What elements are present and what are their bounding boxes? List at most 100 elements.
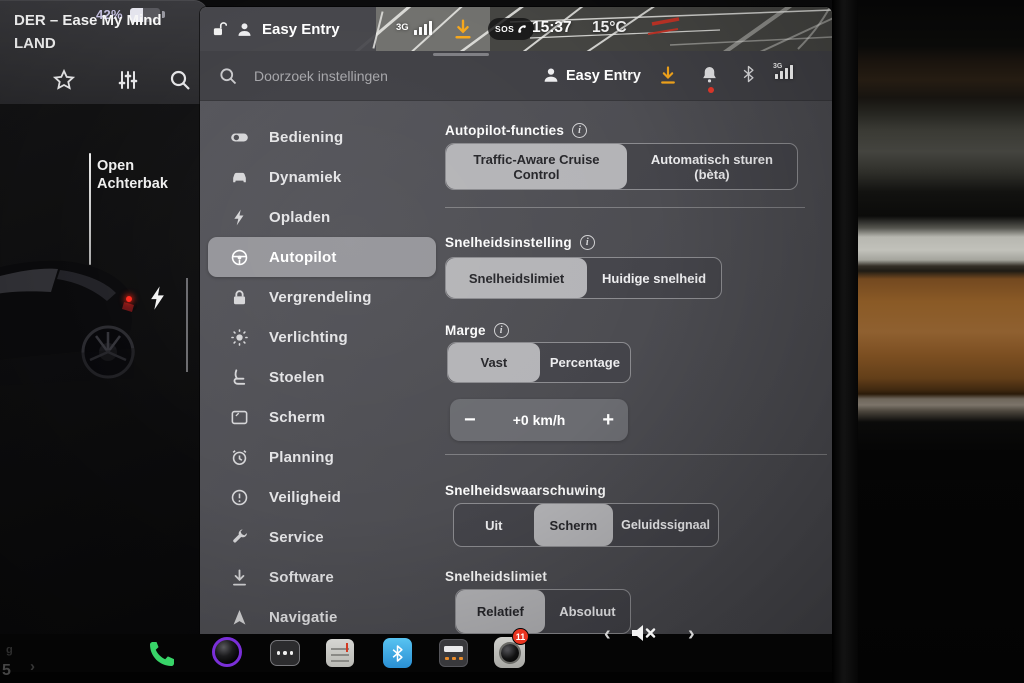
sidebar-item-veiligheid[interactable]: Veiligheid — [208, 477, 436, 517]
divider — [445, 207, 805, 208]
display-icon — [230, 408, 249, 427]
user-icon — [236, 21, 253, 38]
wrench-icon — [230, 528, 249, 547]
bluetooth-app-icon[interactable] — [383, 638, 412, 668]
volume-prev-chevron[interactable]: ‹ — [604, 624, 611, 644]
profile-name[interactable]: Easy Entry — [566, 68, 641, 84]
bell-icon[interactable] — [700, 64, 719, 85]
radio-app-icon[interactable] — [326, 639, 354, 667]
download-icon[interactable] — [452, 17, 474, 41]
photo-background-interior — [858, 0, 1024, 683]
section-title-snelheidsinstelling: Snelheidsinstelling i — [445, 235, 595, 250]
media-search-icon[interactable] — [168, 68, 192, 92]
sidebar-item-autopilot[interactable]: Autopilot — [208, 237, 436, 277]
segment-option-percentage[interactable]: Percentage — [540, 343, 630, 382]
segment-option-relatief[interactable]: Relatief — [456, 590, 545, 633]
sidebar-item-vergrendeling[interactable]: Vergrendeling — [208, 277, 436, 317]
section-title-snelheidswaarschuwing: Snelheidswaarschuwing — [445, 483, 606, 498]
segmented-marge: Vast Percentage — [447, 342, 631, 383]
divider — [445, 454, 827, 455]
map-bar: Easy Entry 3G SOS 15:37 15°C — [200, 7, 832, 51]
track-title: DER – Ease My Mind — [14, 12, 162, 29]
charge-bolt-icon[interactable] — [149, 285, 166, 311]
segment-option-geluidssignaal[interactable]: Geluidssignaal — [613, 504, 718, 546]
equalizer-icon[interactable] — [116, 68, 140, 92]
app-dock: 11 ‹ › — [0, 634, 832, 672]
steering-wheel-icon — [230, 248, 249, 267]
notification-dot — [708, 87, 714, 93]
sidebar-item-dynamiek[interactable]: Dynamiek — [208, 157, 436, 197]
segment-option-vast[interactable]: Vast — [448, 343, 540, 382]
trunk-pointer-line — [89, 153, 91, 265]
sos-badge[interactable]: SOS — [488, 18, 534, 40]
section-title-marge: Marge i — [445, 323, 509, 338]
profile-name: Easy Entry — [262, 21, 340, 38]
sidebar-item-opladen[interactable]: Opladen — [208, 197, 436, 237]
alert-circle-icon — [230, 488, 249, 507]
camera-badge: 11 — [512, 628, 529, 645]
section-title-snelheidslimiet: Snelheidslimiet — [445, 569, 547, 584]
sidebar-item-service[interactable]: Service — [208, 517, 436, 557]
search-icon — [218, 66, 238, 86]
sidebar-item-stoelen[interactable]: Stoelen — [208, 357, 436, 397]
navigation-icon — [230, 608, 249, 627]
car-render — [0, 252, 180, 388]
time-display: 15:37 — [532, 19, 572, 37]
phone-app-icon[interactable] — [146, 638, 178, 670]
settings-body: Bediening Dynamiek Opladen Autopilot — [200, 101, 832, 634]
download-icon[interactable] — [658, 64, 678, 86]
sidebar-item-planning[interactable]: Planning — [208, 437, 436, 477]
media-app-icon[interactable] — [212, 637, 242, 667]
favorite-star-icon[interactable] — [52, 68, 76, 92]
sidebar-item-bediening[interactable]: Bediening — [208, 117, 436, 157]
search-input[interactable]: Doorzoek instellingen — [254, 68, 388, 84]
tesla-screen: 42% Open Achterbak — [0, 0, 832, 672]
volume-mute-icon[interactable] — [630, 620, 658, 646]
seat-icon — [230, 368, 249, 387]
profile-chip[interactable]: Easy Entry — [200, 7, 376, 51]
user-icon[interactable] — [542, 66, 560, 84]
sidebar-item-scherm[interactable]: Scherm — [208, 397, 436, 437]
sidebar-item-navigatie[interactable]: Navigatie — [208, 597, 436, 634]
network-label: 3G — [396, 22, 409, 33]
temperature-display[interactable]: 15°C — [592, 19, 627, 37]
info-icon[interactable]: i — [580, 235, 595, 250]
segment-option-huidige-snelheid[interactable]: Huidige snelheid — [587, 258, 721, 298]
segmented-speed-warning: Uit Scherm Geluidssignaal — [453, 503, 719, 547]
charge-port-line — [186, 278, 188, 372]
segment-option-absoluut[interactable]: Absoluut — [545, 590, 630, 633]
bluetooth-icon[interactable] — [741, 64, 756, 84]
car-status-area: 42% Open Achterbak — [0, 0, 200, 672]
search-bar: Doorzoek instellingen Easy Entry 3G — [200, 51, 832, 101]
info-icon[interactable]: i — [572, 123, 587, 138]
offset-stepper: − +0 km/h + — [450, 399, 628, 441]
scroll-handle[interactable] — [433, 53, 489, 56]
car-icon — [230, 168, 249, 187]
light-icon — [230, 328, 249, 347]
stepper-plus-button[interactable]: + — [602, 410, 614, 430]
stepper-minus-button[interactable]: − — [464, 410, 476, 430]
segment-option-snelheidslimiet[interactable]: Snelheidslimiet — [446, 258, 587, 298]
settings-panel: Easy Entry 3G SOS 15:37 15°C — [200, 7, 832, 634]
segment-option-autosteer[interactable]: Automatisch sturen (bèta) — [627, 144, 797, 189]
info-icon[interactable]: i — [494, 323, 509, 338]
download-icon — [230, 568, 249, 587]
lock-icon — [230, 288, 249, 307]
signal-icon: 3G — [775, 65, 793, 79]
segment-option-tacc[interactable]: Traffic-Aware Cruise Control — [446, 144, 627, 189]
screen-bezel — [832, 0, 858, 683]
lock-open-icon[interactable] — [212, 21, 227, 38]
signal-bars-icon — [414, 21, 432, 35]
track-subtitle: LAND — [14, 35, 56, 52]
calendar-app-icon[interactable] — [439, 639, 468, 667]
open-trunk-button[interactable]: Open Achterbak — [97, 157, 168, 193]
segmented-speed-setting: Snelheidslimiet Huidige snelheid — [445, 257, 722, 299]
volume-next-chevron[interactable]: › — [688, 624, 695, 644]
segment-option-uit[interactable]: Uit — [454, 504, 534, 546]
settings-sidebar: Bediening Dynamiek Opladen Autopilot — [208, 117, 436, 634]
segment-option-scherm[interactable]: Scherm — [534, 504, 614, 546]
all-apps-icon[interactable] — [270, 640, 300, 666]
sidebar-item-software[interactable]: Software — [208, 557, 436, 597]
stepper-value: +0 km/h — [513, 412, 566, 428]
sidebar-item-verlichting[interactable]: Verlichting — [208, 317, 436, 357]
